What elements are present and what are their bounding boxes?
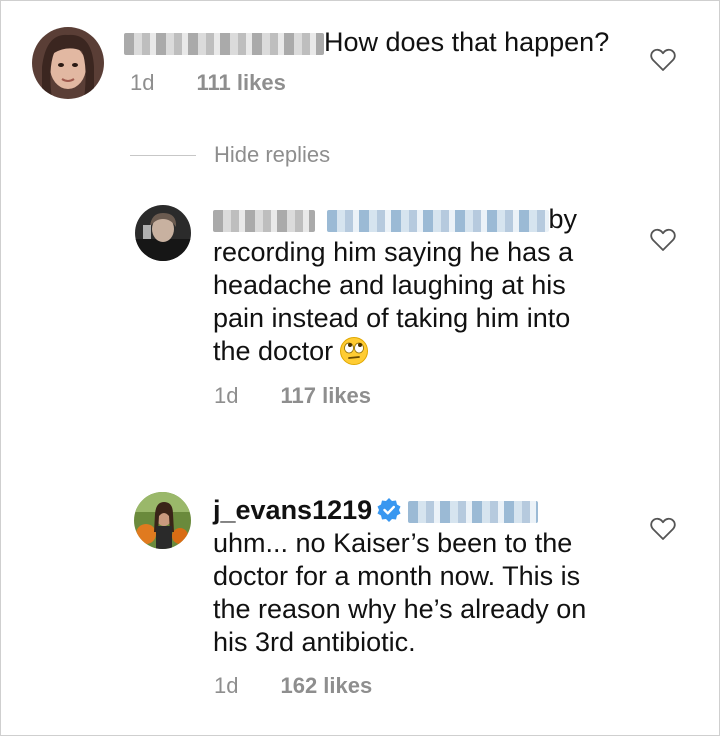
hide-replies-button[interactable]: Hide replies: [130, 140, 330, 170]
comment-text-line-4: his 3rd antibiotic.: [213, 627, 416, 657]
blurred-username[interactable]: [124, 32, 324, 55]
divider-line: [130, 154, 196, 156]
heart-icon[interactable]: [650, 228, 676, 252]
avatar-photo: [32, 27, 104, 99]
comment-time[interactable]: 1d: [130, 70, 154, 95]
comment-text-line-1: uhm... no Kaiser’s been to the: [213, 528, 573, 558]
comment-likes[interactable]: 117 likes: [280, 383, 371, 408]
comment-username[interactable]: j_evans1219: [213, 495, 372, 525]
avatar[interactable]: [134, 492, 191, 549]
blurred-mention[interactable]: [408, 500, 539, 523]
avatar-photo: [134, 492, 191, 549]
blurred-mention[interactable]: [326, 209, 549, 232]
comment-text-line-2: doctor for a month now. This is: [213, 561, 581, 591]
heart-icon[interactable]: [650, 517, 676, 541]
avatar[interactable]: [32, 27, 104, 99]
comment-likes[interactable]: 111 likes: [196, 70, 285, 95]
comment-text-line-4: pain instead of taking him into: [213, 303, 571, 333]
comment-text-line-3: the reason why he’s already on: [213, 594, 587, 624]
comment-likes[interactable]: 162 likes: [280, 673, 372, 698]
comment-text-line-3: headache and laughing at his: [213, 270, 566, 300]
comment-text-line-1: by: [548, 204, 578, 234]
avatar[interactable]: [135, 205, 191, 261]
comment-time[interactable]: 1d: [214, 673, 238, 698]
comment-text: How does that happen?: [324, 27, 610, 57]
avatar-photo: [135, 205, 191, 261]
heart-icon[interactable]: [650, 48, 676, 72]
comment-text-line-2: recording him saying he has a: [213, 237, 574, 267]
blurred-username[interactable]: [213, 209, 315, 232]
comment-text-line-5: the doctor: [213, 336, 334, 366]
comment-time[interactable]: 1d: [214, 383, 238, 408]
verified-badge-icon: [377, 498, 401, 522]
hide-replies-label: Hide replies: [214, 142, 331, 167]
rolling-eyes-emoji-icon: [340, 337, 369, 365]
